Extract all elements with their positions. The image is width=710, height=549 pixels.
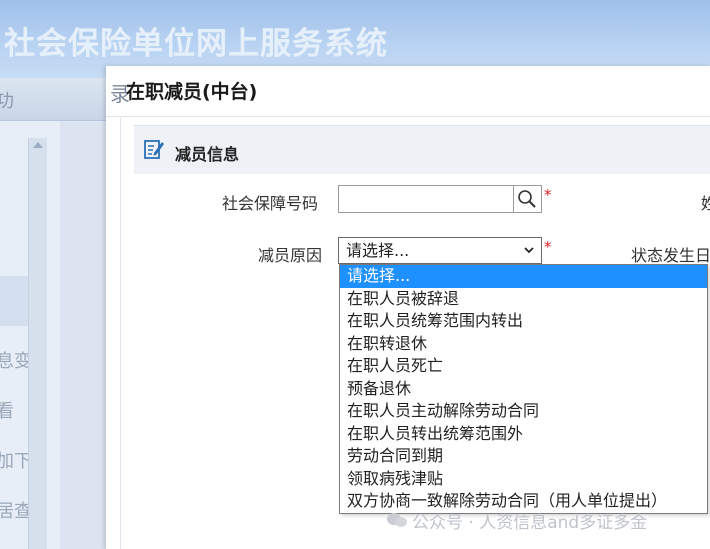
reason-option[interactable]: 在职人员统筹范围内转出 xyxy=(340,310,707,333)
app-title: 社会保险单位网上服务系统 xyxy=(4,26,388,62)
status-date-label: 状态发生日 xyxy=(631,246,710,265)
dialog-title: 在职减员(中台) xyxy=(126,81,258,103)
sidebar: 功 息变 看 加下 居查 xyxy=(0,78,106,549)
sidebar-item[interactable]: 看 xyxy=(0,397,14,423)
required-mark: * xyxy=(544,238,552,256)
wechat-icon xyxy=(387,513,407,527)
section-header: 减员信息 xyxy=(134,125,710,174)
sidebar-selected-item[interactable] xyxy=(0,276,28,326)
sidebar-header: 功 xyxy=(0,78,106,121)
reason-option[interactable]: 在职人员死亡 xyxy=(340,355,707,378)
section-title: 减员信息 xyxy=(175,145,240,164)
required-mark: * xyxy=(544,186,552,204)
ssn-input[interactable] xyxy=(338,185,514,213)
chevron-down-icon[interactable] xyxy=(523,244,535,256)
reason-option[interactable]: 请选择... xyxy=(340,265,707,288)
scroll-up-icon[interactable] xyxy=(33,142,43,148)
reason-option[interactable]: 在职人员转出统筹范围外 xyxy=(340,423,707,446)
search-icon xyxy=(518,190,536,208)
ssn-search-button[interactable] xyxy=(514,185,542,213)
reason-select[interactable]: 请选择... xyxy=(338,237,542,264)
reason-option[interactable]: 劳动合同到期 xyxy=(340,445,707,468)
name-label: 姓 xyxy=(701,194,710,213)
sidebar-header-label: 功 xyxy=(0,91,14,112)
reason-option[interactable]: 在职人员被辞退 xyxy=(340,288,707,311)
watermark-text: 公众号 · 人资信息and多证多金 xyxy=(412,513,648,533)
edit-note-icon xyxy=(144,140,164,159)
reason-option[interactable]: 在职人员主动解除劳动合同 xyxy=(340,400,707,423)
reason-option[interactable]: 领取病残津贴 xyxy=(340,468,707,491)
reason-label: 减员原因 xyxy=(258,246,323,265)
sidebar-edge xyxy=(60,121,106,549)
reason-option[interactable]: 预备退休 xyxy=(340,378,707,401)
reason-option[interactable]: 在职转退休 xyxy=(340,333,707,356)
sidebar-scrollbar[interactable] xyxy=(28,138,47,549)
reason-dropdown[interactable]: 请选择... 在职人员被辞退 在职人员统筹范围内转出 在职转退休 在职人员死亡 … xyxy=(339,264,708,514)
dialog-header: 录 在职减员(中台) xyxy=(106,66,710,117)
ssn-label: 社会保障号码 xyxy=(222,194,319,213)
